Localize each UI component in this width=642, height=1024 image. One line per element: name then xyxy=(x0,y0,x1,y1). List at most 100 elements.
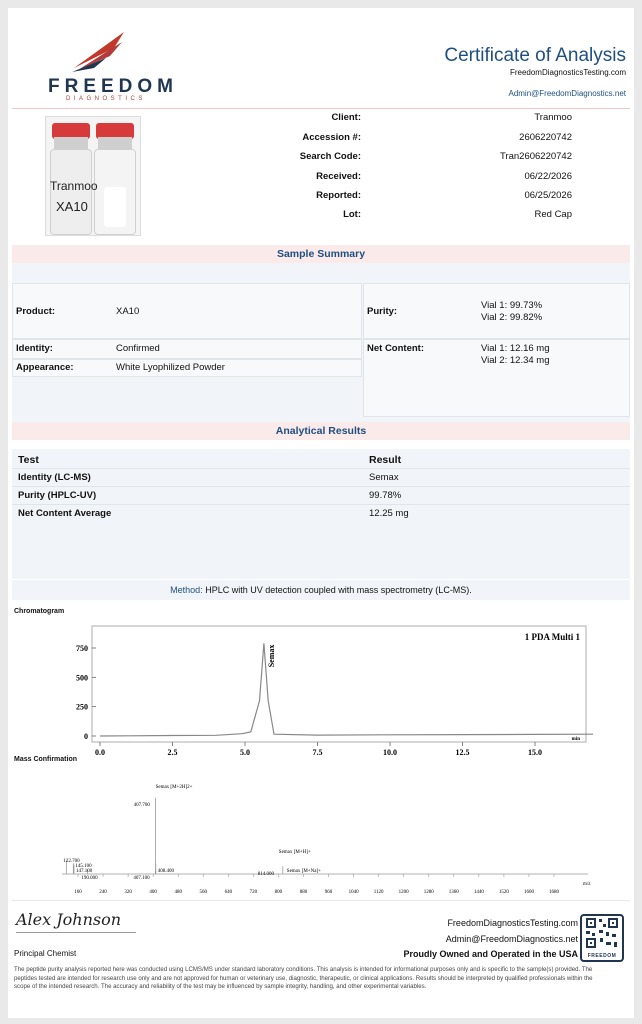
chart-legend: 1 PDA Multi 1 xyxy=(525,632,581,642)
purity-vial1: Vial 1: 99.73% xyxy=(481,300,543,311)
x-tick-label: 1040 xyxy=(349,890,360,894)
x-tick-label: 640 xyxy=(225,890,233,894)
accession-label: Accession #: xyxy=(302,132,361,143)
footer-website-link[interactable]: FreedomDiagnosticsTesting.com xyxy=(447,918,578,928)
x-tick-label: 1120 xyxy=(374,890,384,894)
footer-tagline: Proudly Owned and Operated in the USA xyxy=(403,949,578,959)
mass-xlabel: m/z xyxy=(583,882,591,887)
x-tick-label: 320 xyxy=(124,890,132,894)
analytical-results-heading: Analytical Results xyxy=(12,422,630,440)
peak-label: 147.100 xyxy=(76,869,93,874)
signer-role: Principal Chemist xyxy=(14,949,77,958)
peak-label: 408.400 xyxy=(158,869,175,874)
x-tick-label: 15.0 xyxy=(528,748,542,757)
x-tick-label: 1360 xyxy=(449,890,460,894)
x-tick-label: 160 xyxy=(74,890,82,894)
x-tick-label: 12.5 xyxy=(456,748,470,757)
page-title: Certificate of Analysis xyxy=(444,45,626,66)
brand-name: FREEDOM xyxy=(48,76,178,97)
x-tick-label: 10.0 xyxy=(383,748,397,757)
peak-label: 407.700 xyxy=(134,803,151,808)
net-content-vial2: Vial 2: 12.34 mg xyxy=(481,355,550,366)
x-tick-label: 560 xyxy=(200,890,208,894)
chromatogram-series-line xyxy=(99,643,594,737)
purity-label: Purity: xyxy=(367,306,398,317)
test-name: Net Content Average xyxy=(18,508,112,519)
col-test-header: Test xyxy=(18,454,39,466)
annotation-m2h: Semax [M+2H]2+ xyxy=(156,785,193,790)
identity-value: Confirmed xyxy=(116,343,160,354)
x-tick-label: 1200 xyxy=(399,890,410,894)
lot-label: Lot: xyxy=(343,209,361,220)
peak-label: 190.000 xyxy=(81,876,98,881)
certificate-page: FREEDOM DIAGNOSTICS Certificate of Analy… xyxy=(8,8,634,1018)
method-line: Method: HPLC with UV detection coupled w… xyxy=(12,580,630,600)
search-code-label: Search Code: xyxy=(299,151,361,162)
y-tick-label: 500 xyxy=(76,673,88,682)
signature-line xyxy=(16,932,136,933)
table-row: Purity (HPLC-UV) 99.78% xyxy=(12,487,630,505)
net-content-vial1: Vial 1: 12.16 mg xyxy=(481,343,550,354)
appearance-value: White Lyophilized Powder xyxy=(116,362,225,373)
method-label: Method: xyxy=(170,585,203,595)
received-label: Received: xyxy=(316,171,361,182)
chromatogram-chart: 0 250 500 750 0.0 2.5 5.0 7.5 10.0 12.5 15.0 Sema… xyxy=(76,625,594,757)
net-content-label: Net Content: xyxy=(367,343,424,354)
peak-label: Semax xyxy=(267,645,276,668)
peak-label: 814.000 xyxy=(258,872,275,877)
x-unit-label: min xyxy=(572,737,581,742)
qr-code-badge[interactable]: FREEDOM xyxy=(580,914,624,962)
x-tick-label: 1680 xyxy=(549,890,560,894)
x-tick-label: 1440 xyxy=(474,890,485,894)
client-value: Tranmoo xyxy=(534,112,572,123)
logo-eagle-icon xyxy=(72,32,124,72)
y-tick-label: 250 xyxy=(76,703,88,712)
test-name: Purity (HPLC-UV) xyxy=(18,490,97,501)
qr-code-icon xyxy=(586,918,618,948)
footer-email-link[interactable]: Admin@FreedomDiagnostics.net xyxy=(446,934,578,944)
y-tick-label: 0 xyxy=(84,732,88,741)
search-code-value: Tran2606220742 xyxy=(499,151,572,162)
x-tick-label: 5.0 xyxy=(240,748,250,757)
x-tick-label: 800 xyxy=(275,890,283,894)
received-value: 06/22/2026 xyxy=(524,171,572,182)
product-label: Product: xyxy=(16,306,56,317)
test-name: Identity (LC-MS) xyxy=(18,472,91,483)
chromatogram-frame xyxy=(91,625,587,743)
chromatogram-heading: Chromatogram xyxy=(14,608,65,615)
x-tick-label: 1600 xyxy=(524,890,535,894)
x-tick-label: 400 xyxy=(149,890,157,894)
x-tick-label: 480 xyxy=(174,890,182,894)
annotation-mh: Semax [M+H]+ xyxy=(279,850,311,855)
annotation-mna: Semax [M+Na]+ xyxy=(287,869,321,874)
mass-spectrum-chart: 160 240 320 400 480 560 640 720 800 880 960 1040 112… xyxy=(62,785,591,894)
x-tick-label: 720 xyxy=(250,890,258,894)
reported-value: 06/25/2026 xyxy=(524,190,572,201)
sample-summary-panel: Product: XA10 Identity: Confirmed Appear… xyxy=(12,263,630,425)
peak-label: 407.100 xyxy=(133,876,150,881)
test-result: 99.78% xyxy=(369,490,402,501)
y-tick-label: 750 xyxy=(76,644,88,653)
test-result: Semax xyxy=(369,472,399,483)
x-tick-label: 240 xyxy=(99,890,107,894)
results-table: Test Result Identity (LC-MS) Semax Purit… xyxy=(12,449,630,579)
reported-label: Reported: xyxy=(316,190,361,201)
header-email-link[interactable]: Admin@FreedomDiagnostics.net xyxy=(508,89,626,98)
col-result-header: Result xyxy=(369,454,402,466)
results-header-row: Test Result xyxy=(12,451,630,469)
footer-divider xyxy=(12,900,630,901)
test-result: 12.25 mg xyxy=(369,508,409,519)
header-divider xyxy=(12,108,630,109)
table-row: Net Content Average 12.25 mg xyxy=(12,505,630,523)
identity-label: Identity: xyxy=(16,343,53,354)
signature: Alex Johnson xyxy=(16,910,122,929)
header-website-link[interactable]: FreedomDiagnosticsTesting.com xyxy=(510,68,626,77)
x-tick-label: 0.0 xyxy=(95,748,105,757)
table-row: Identity (LC-MS) Semax xyxy=(12,469,630,487)
x-tick-label: 2.5 xyxy=(168,748,178,757)
accession-value: 2606220742 xyxy=(519,132,572,143)
x-tick-label: 960 xyxy=(325,890,333,894)
x-tick-label: 880 xyxy=(300,890,308,894)
lot-value: Red Cap xyxy=(534,209,573,220)
brand-subtitle: DIAGNOSTICS xyxy=(66,96,146,102)
